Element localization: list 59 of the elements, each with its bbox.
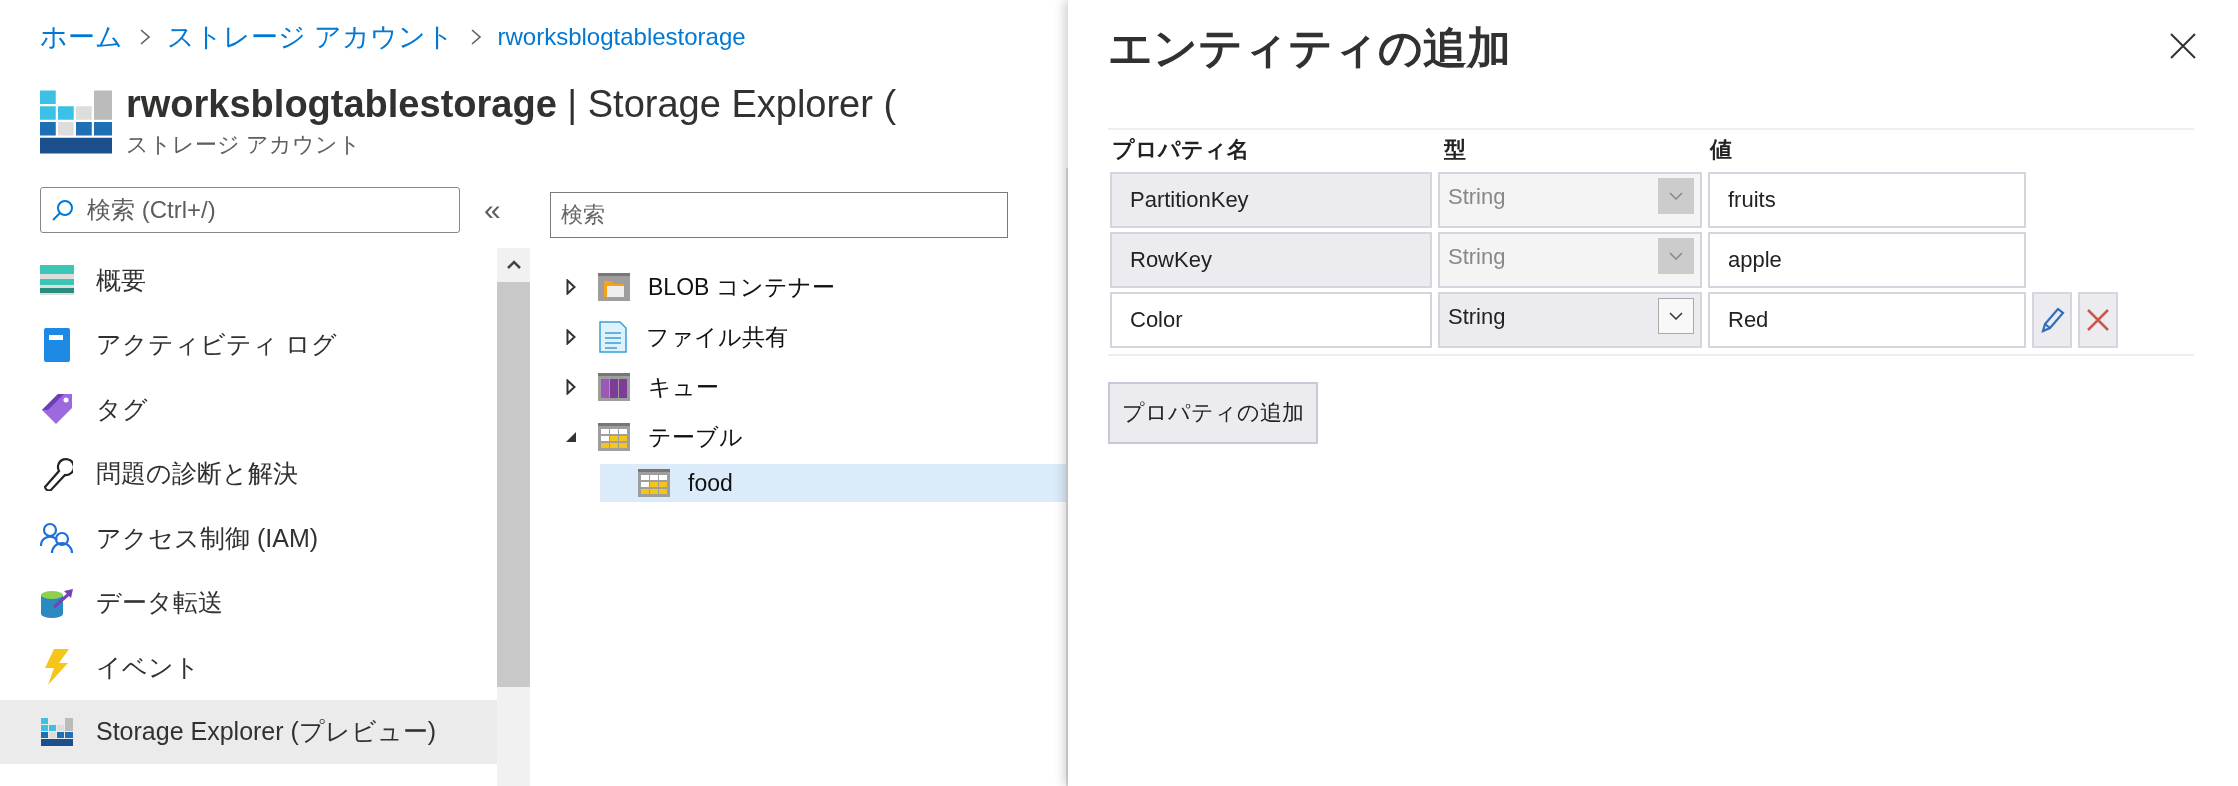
- overview-icon: [40, 265, 74, 296]
- collapsed-triangle-icon[interactable]: [566, 279, 576, 295]
- column-header: プロパティ名: [1112, 136, 1250, 164]
- book-icon: [43, 326, 71, 363]
- scroll-up-icon[interactable]: [505, 260, 522, 270]
- tree-item[interactable]: テーブル: [530, 412, 1066, 462]
- table-icon: [638, 469, 670, 497]
- scrollbar-thumb[interactable]: [497, 282, 530, 687]
- wrench-icon: [41, 456, 73, 491]
- tag-icon: [40, 392, 74, 427]
- edit-button[interactable]: [2032, 292, 2072, 348]
- column-header: 型: [1444, 136, 1467, 164]
- nav-item[interactable]: データ転送: [0, 570, 497, 635]
- property-name-field[interactable]: Color: [1110, 292, 1432, 348]
- type-dropdown[interactable]: String: [1438, 292, 1702, 348]
- people-icon: [40, 522, 74, 555]
- data-transfer-icon: [40, 586, 74, 619]
- nav-item[interactable]: アクセス制御 (IAM): [0, 506, 497, 571]
- nav-item[interactable]: Storage Explorer (プレビュー): [0, 699, 497, 764]
- search-field[interactable]: 検索 (Ctrl+/): [40, 187, 460, 233]
- nav-item[interactable]: 概要: [0, 248, 497, 313]
- collapsed-triangle-icon[interactable]: [566, 329, 576, 345]
- queue-icon: [598, 373, 630, 401]
- chevron-down-icon: [1669, 312, 1683, 320]
- collapse-button[interactable]: «: [484, 195, 501, 225]
- add-property-button[interactable]: プロパティの追加: [1108, 382, 1318, 444]
- chevron-right-icon: [469, 28, 482, 46]
- page-title: rworksblogtablestorage | Storage Explorer (: [126, 82, 897, 127]
- chevron-down-icon: [1669, 192, 1683, 200]
- lightning-icon: [44, 649, 70, 686]
- delete-button[interactable]: [2078, 292, 2118, 348]
- nav-item[interactable]: イベント: [0, 635, 497, 700]
- chevron-down-icon: [1669, 252, 1683, 260]
- column-header: 値: [1710, 136, 1733, 164]
- collapsed-triangle-icon[interactable]: [566, 379, 576, 395]
- breadcrumb-link[interactable]: ストレージ アカウント: [167, 19, 454, 55]
- page-subtitle: ストレージ アカウント: [126, 131, 363, 159]
- breadcrumb-link[interactable]: rworksblogtablestorage: [497, 23, 746, 51]
- folder-icon: [598, 273, 630, 301]
- tree-item[interactable]: ファイル共有: [530, 312, 1066, 362]
- pencil-icon: [2039, 305, 2065, 335]
- panel-title: エンティティの追加: [1108, 21, 1511, 74]
- nav-item[interactable]: アクティビティ ログ: [0, 312, 497, 377]
- nav-item[interactable]: タグ: [0, 377, 497, 442]
- nav-item[interactable]: 問題の診断と解決: [0, 441, 497, 506]
- search-field[interactable]: 検索: [550, 192, 1008, 238]
- expanded-triangle-icon[interactable]: [565, 431, 577, 443]
- tree-item[interactable]: BLOB コンテナー: [530, 262, 1066, 312]
- tree-item[interactable]: food: [600, 464, 1066, 502]
- table-icon: [598, 423, 630, 451]
- search-icon: [52, 199, 74, 221]
- tree-item[interactable]: キュー: [530, 362, 1066, 412]
- breadcrumb-link[interactable]: ホーム: [40, 19, 123, 55]
- close-icon: [2086, 308, 2110, 332]
- document-icon: [598, 321, 628, 353]
- value-field[interactable]: Red: [1708, 292, 2026, 348]
- close-icon[interactable]: [2170, 33, 2196, 59]
- chevron-right-icon: [139, 28, 151, 46]
- storage-explorer-icon: [41, 717, 73, 746]
